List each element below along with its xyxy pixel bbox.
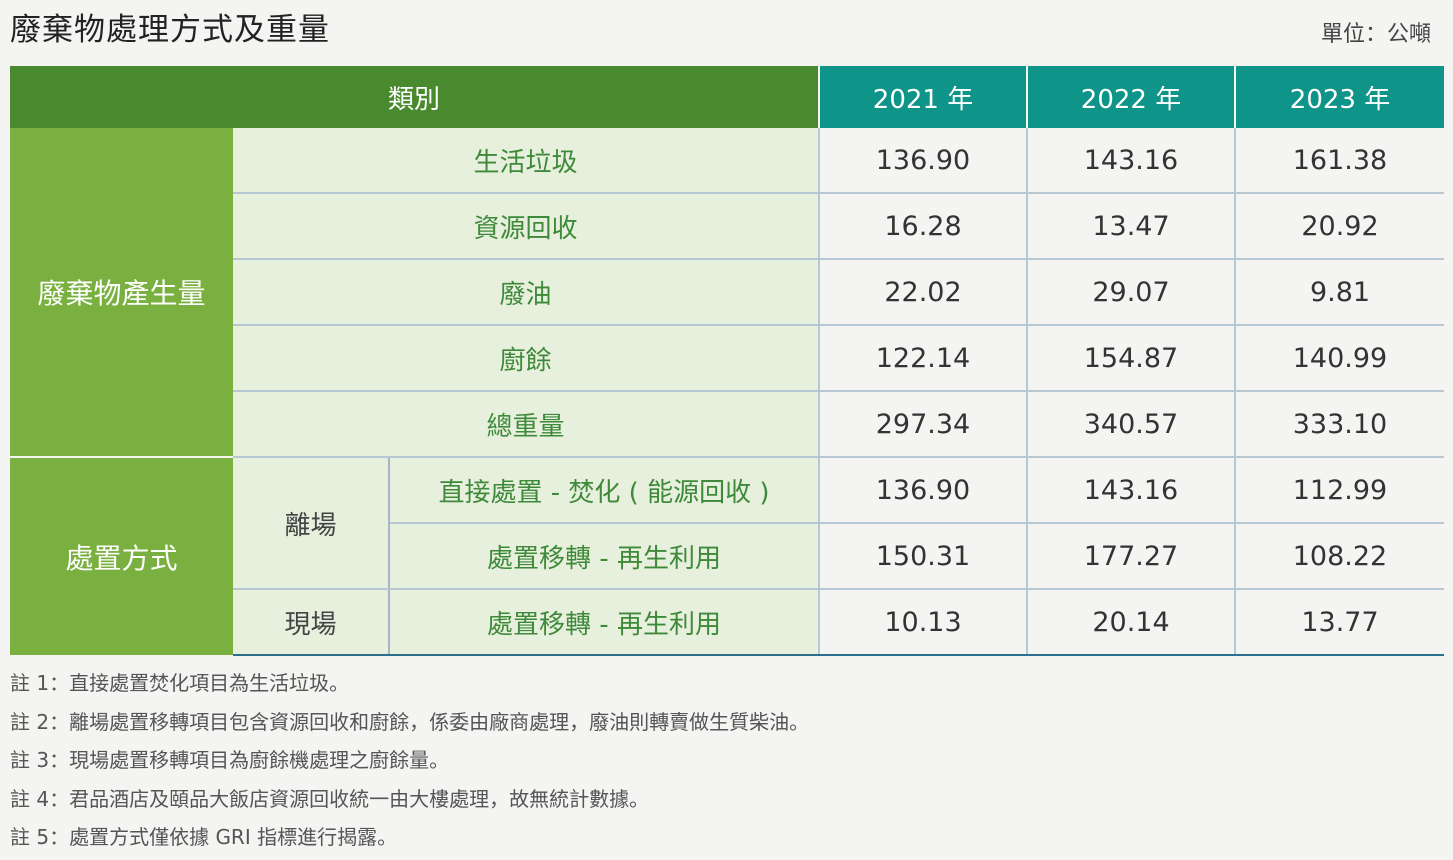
subgroup-offsite: 離場 [233, 457, 390, 590]
value-cell: 143.16 [1026, 128, 1235, 194]
footnote: 註 2：離場處置移轉項目包含資源回收和廚餘，係委由廠商處理，廢油則轉賣做生質柴油… [10, 709, 810, 734]
row-label: 總重量 [233, 391, 819, 458]
value-cell: 161.38 [1234, 128, 1444, 194]
footnote: 註 1：直接處置焚化項目為生活垃圾。 [10, 671, 350, 695]
value-cell: 297.34 [818, 391, 1027, 458]
row-label: 處置移轉 - 再生利用 [389, 589, 819, 656]
value-cell: 10.13 [818, 589, 1027, 656]
row-label: 生活垃圾 [233, 128, 819, 194]
waste-table: 類別 2021 年 2022 年 2023 年 廢棄物產生量 生活垃圾 136.… [10, 66, 1444, 656]
footnotes: 註 1：直接處置焚化項目為生活垃圾。 註 2：離場處置移轉項目包含資源回收和廚餘… [10, 664, 809, 857]
header-year-2022: 2022 年 [1026, 66, 1235, 128]
header-year-2023: 2023 年 [1234, 66, 1444, 128]
value-cell: 177.27 [1026, 523, 1235, 590]
value-cell: 143.16 [1026, 457, 1235, 524]
footnote: 註 5：處置方式僅依據 GRI 指標進行揭露。 [10, 825, 398, 849]
value-cell: 22.02 [818, 259, 1027, 326]
value-cell: 13.77 [1234, 589, 1444, 656]
table-row: 處置方式 離場 直接處置 - 焚化 ( 能源回收 ) 136.90 143.16… [10, 457, 1444, 655]
row-label: 廚餘 [233, 325, 819, 392]
value-cell: 16.28 [818, 193, 1027, 260]
header-year-2021: 2021 年 [818, 66, 1027, 128]
unit-label: 單位：公噸 [1320, 22, 1431, 47]
subgroup-onsite: 現場 [233, 589, 390, 656]
value-cell: 9.81 [1234, 259, 1444, 326]
footnote: 註 4：君品酒店及頤品大飯店資源回收統一由大樓處理，故無統計數據。 [10, 786, 650, 811]
footnote: 註 3：現場處置移轉項目為廚餘機處理之廚餘量。 [10, 748, 450, 772]
group-waste-generation: 廢棄物產生量 [10, 128, 233, 458]
value-cell: 150.31 [818, 523, 1027, 590]
value-cell: 108.22 [1234, 523, 1444, 590]
value-cell: 13.47 [1026, 193, 1235, 260]
value-cell: 20.92 [1234, 193, 1444, 260]
value-cell: 122.14 [818, 325, 1027, 392]
row-label: 資源回收 [233, 193, 819, 260]
page-title: 廢棄物處理方式及重量 [10, 12, 330, 48]
value-cell: 136.90 [818, 128, 1027, 194]
header-category: 類別 [10, 66, 819, 128]
row-label: 處置移轉 - 再生利用 [389, 523, 819, 590]
value-cell: 340.57 [1026, 391, 1235, 458]
value-cell: 154.87 [1026, 325, 1235, 392]
value-cell: 140.99 [1234, 325, 1444, 392]
group-disposal-method: 處置方式 [10, 457, 233, 655]
value-cell: 29.07 [1026, 259, 1235, 326]
row-label: 直接處置 - 焚化 ( 能源回收 ) [389, 457, 819, 524]
value-cell: 112.99 [1234, 457, 1444, 524]
table-header-row: 類別 2021 年 2022 年 2023 年 [10, 66, 1444, 128]
row-label: 廢油 [233, 259, 819, 326]
table-row: 廢棄物產生量 生活垃圾 136.90 143.16 161.38 [10, 128, 1444, 458]
value-cell: 20.14 [1026, 589, 1235, 656]
value-cell: 333.10 [1234, 391, 1444, 458]
value-cell: 136.90 [818, 457, 1027, 524]
